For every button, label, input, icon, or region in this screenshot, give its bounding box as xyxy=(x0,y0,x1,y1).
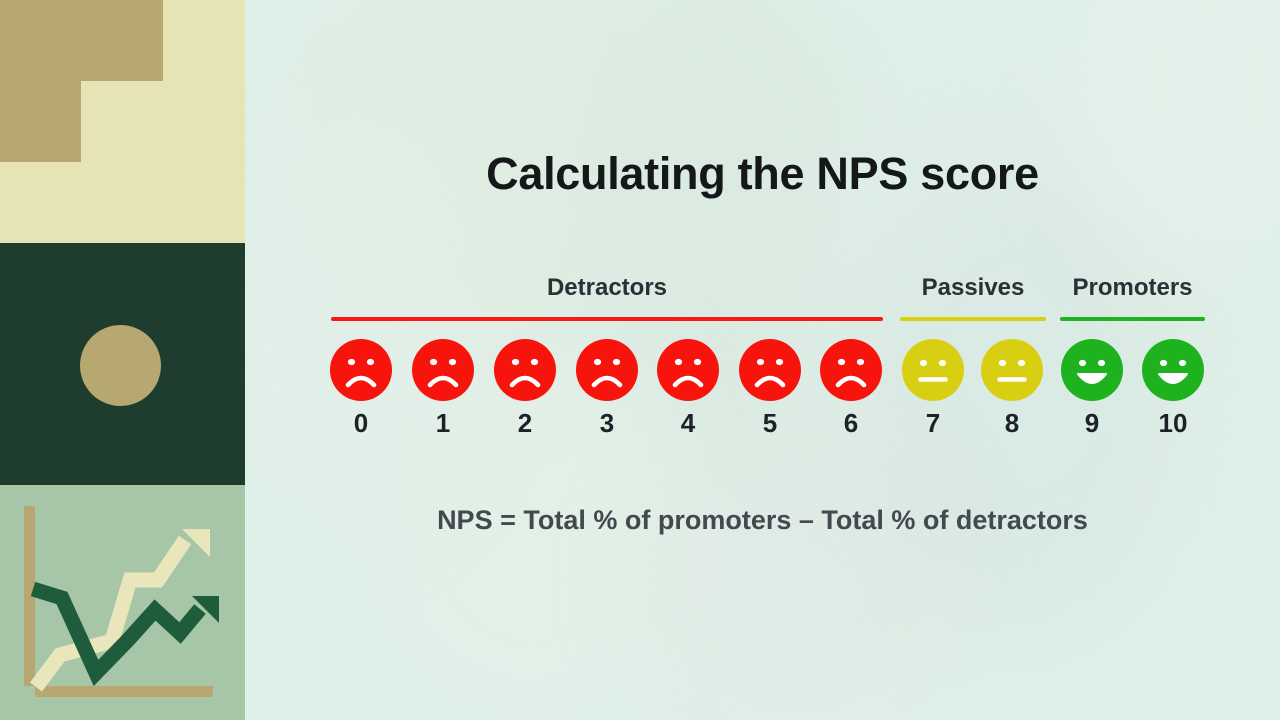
frowning-face-icon xyxy=(494,339,556,401)
tan-rect-bottom xyxy=(0,81,81,162)
nps-score-scale: 0 1 2 3 4 5 6 7 8 9 10 xyxy=(330,338,1210,443)
nps-formula: NPS = Total % of promoters – Total % of … xyxy=(437,505,1088,535)
score-label-2: 2 xyxy=(517,408,533,438)
scale-item-0[interactable]: 0 xyxy=(326,338,396,436)
neutral-face-icon xyxy=(981,339,1043,401)
score-label-4: 4 xyxy=(680,408,696,438)
dark-green-circle-block xyxy=(0,243,245,485)
scale-item-9[interactable]: 9 xyxy=(1057,338,1127,436)
scale-item-6[interactable]: 6 xyxy=(816,338,886,436)
sage-chart-block xyxy=(0,485,245,720)
scale-item-2[interactable]: 2 xyxy=(490,338,560,436)
slide-canvas: Calculating the NPS score Detractors Pas… xyxy=(0,0,1280,720)
score-label-3: 3 xyxy=(599,408,615,438)
left-decorative-panel xyxy=(0,0,245,720)
neutral-face-icon xyxy=(902,339,964,401)
frowning-face-icon xyxy=(820,339,882,401)
scale-item-7[interactable]: 7 xyxy=(898,338,968,436)
frowning-face-icon xyxy=(657,339,719,401)
frowning-face-icon xyxy=(412,339,474,401)
scale-item-1[interactable]: 1 xyxy=(408,338,478,436)
category-header-detractors: Detractors xyxy=(331,276,883,321)
category-header-passives: Passives xyxy=(900,276,1046,321)
category-label-passives: Passives xyxy=(921,274,1025,301)
slide-title: Calculating the NPS score xyxy=(486,148,1039,199)
category-label-detractors: Detractors xyxy=(546,274,668,301)
score-label-7: 7 xyxy=(925,408,941,438)
frowning-face-icon xyxy=(739,339,801,401)
smiling-face-icon xyxy=(1061,339,1123,401)
smiling-face-icon xyxy=(1142,339,1204,401)
score-label-6: 6 xyxy=(843,408,859,438)
scale-item-5[interactable]: 5 xyxy=(735,338,805,436)
slide-content: Calculating the NPS score Detractors Pas… xyxy=(245,0,1280,720)
score-label-5: 5 xyxy=(762,408,778,438)
category-rule-passives xyxy=(900,317,1046,321)
growth-chart-icon xyxy=(24,506,219,697)
category-rule-detractors xyxy=(331,317,883,321)
scale-item-4[interactable]: 4 xyxy=(653,338,723,436)
scale-item-8[interactable]: 8 xyxy=(977,338,1047,436)
tan-rect-top xyxy=(0,0,163,81)
frowning-face-icon xyxy=(576,339,638,401)
cream-stair-block xyxy=(0,0,245,243)
score-label-1: 1 xyxy=(435,408,451,438)
tan-circle-icon xyxy=(80,325,161,406)
scale-item-10[interactable]: 10 xyxy=(1138,338,1208,436)
score-label-8: 8 xyxy=(1004,408,1020,438)
score-label-10: 10 xyxy=(1158,408,1188,438)
scale-item-3[interactable]: 3 xyxy=(572,338,642,436)
frowning-face-icon xyxy=(330,339,392,401)
score-label-9: 9 xyxy=(1084,408,1100,438)
score-label-0: 0 xyxy=(353,408,369,438)
category-label-promoters: Promoters xyxy=(1072,274,1193,301)
category-header-promoters: Promoters xyxy=(1060,276,1205,321)
category-rule-promoters xyxy=(1060,317,1205,321)
